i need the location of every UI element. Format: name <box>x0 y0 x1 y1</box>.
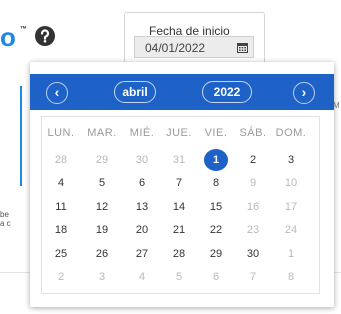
day-cell[interactable]: 17 <box>279 196 303 218</box>
selected-day-cell[interactable]: 1 <box>204 149 228 171</box>
weekday-label: MAR. <box>87 127 117 139</box>
previous-month-button[interactable]: ‹ <box>46 82 68 104</box>
day-cell[interactable]: 30 <box>130 149 154 171</box>
day-cell[interactable]: 13 <box>130 196 154 218</box>
calendar-icon[interactable] <box>231 37 253 57</box>
weekday-label: VIE. <box>204 127 228 139</box>
day-cell[interactable]: 8 <box>204 172 228 194</box>
day-cell[interactable]: 10 <box>279 172 303 194</box>
day-cell[interactable]: 21 <box>167 219 191 241</box>
day-cell[interactable]: 5 <box>167 266 191 288</box>
datepicker-popup: ‹ abril 2022 › LUN. MAR. MIÉ. JUE. VIE. SÁB. D… <box>30 62 334 307</box>
logo-fragment: o <box>0 22 16 52</box>
weekday-label: DOM. <box>275 127 307 139</box>
day-cell[interactable]: 5 <box>90 172 114 194</box>
day-cell[interactable]: 20 <box>130 219 154 241</box>
start-date-value: 04/01/2022 <box>145 41 206 55</box>
day-cell[interactable]: 29 <box>204 243 228 265</box>
day-cell[interactable]: 14 <box>167 196 191 218</box>
datepicker-header: ‹ abril 2022 › <box>30 74 334 110</box>
day-cell[interactable]: 28 <box>49 149 73 171</box>
year-selector[interactable]: 2022 <box>202 81 252 103</box>
day-cell[interactable]: 29 <box>90 149 114 171</box>
day-cell[interactable]: 3 <box>90 266 114 288</box>
day-cell[interactable]: 3 <box>279 149 303 171</box>
day-cell[interactable]: 16 <box>241 196 265 218</box>
day-cell[interactable]: 2 <box>49 266 73 288</box>
day-cell[interactable]: 7 <box>167 172 191 194</box>
day-cell[interactable]: 9 <box>241 172 265 194</box>
background-panel-edge <box>20 86 22 186</box>
day-cell[interactable]: 28 <box>167 243 191 265</box>
weekday-label: JUE. <box>166 127 192 139</box>
day-cell[interactable]: 30 <box>241 243 265 265</box>
day-cell[interactable]: 12 <box>90 196 114 218</box>
day-cell[interactable]: 19 <box>90 219 114 241</box>
day-cell[interactable]: 6 <box>204 266 228 288</box>
day-cell[interactable]: 27 <box>130 243 154 265</box>
day-cell[interactable]: 24 <box>279 219 303 241</box>
background-text: be a c <box>0 210 11 228</box>
start-date-input[interactable]: 04/01/2022 <box>134 36 254 58</box>
day-cell[interactable]: 18 <box>49 219 73 241</box>
day-cell[interactable]: 22 <box>204 219 228 241</box>
day-cell[interactable]: 25 <box>49 243 73 265</box>
next-month-button[interactable]: › <box>293 82 315 104</box>
day-cell[interactable]: 4 <box>49 172 73 194</box>
day-cell[interactable]: 31 <box>167 149 191 171</box>
help-icon[interactable] <box>34 25 56 47</box>
background-text-right: M <box>333 101 340 110</box>
day-cell[interactable]: 15 <box>204 196 228 218</box>
day-cell[interactable]: 4 <box>130 266 154 288</box>
month-selector[interactable]: abril <box>114 81 156 103</box>
day-cell[interactable]: 26 <box>90 243 114 265</box>
weekday-label: LUN. <box>47 127 75 139</box>
weekday-label: MIÉ. <box>129 127 155 139</box>
trademark-mark: ™ <box>20 26 27 33</box>
day-cell[interactable]: 2 <box>241 149 265 171</box>
day-cell[interactable]: 1 <box>279 243 303 265</box>
day-cell[interactable]: 23 <box>241 219 265 241</box>
day-cell[interactable]: 8 <box>279 266 303 288</box>
day-cell[interactable]: 11 <box>49 196 73 218</box>
weekday-label: SÁB. <box>239 127 267 139</box>
day-cell[interactable]: 7 <box>241 266 265 288</box>
day-cell[interactable]: 6 <box>130 172 154 194</box>
